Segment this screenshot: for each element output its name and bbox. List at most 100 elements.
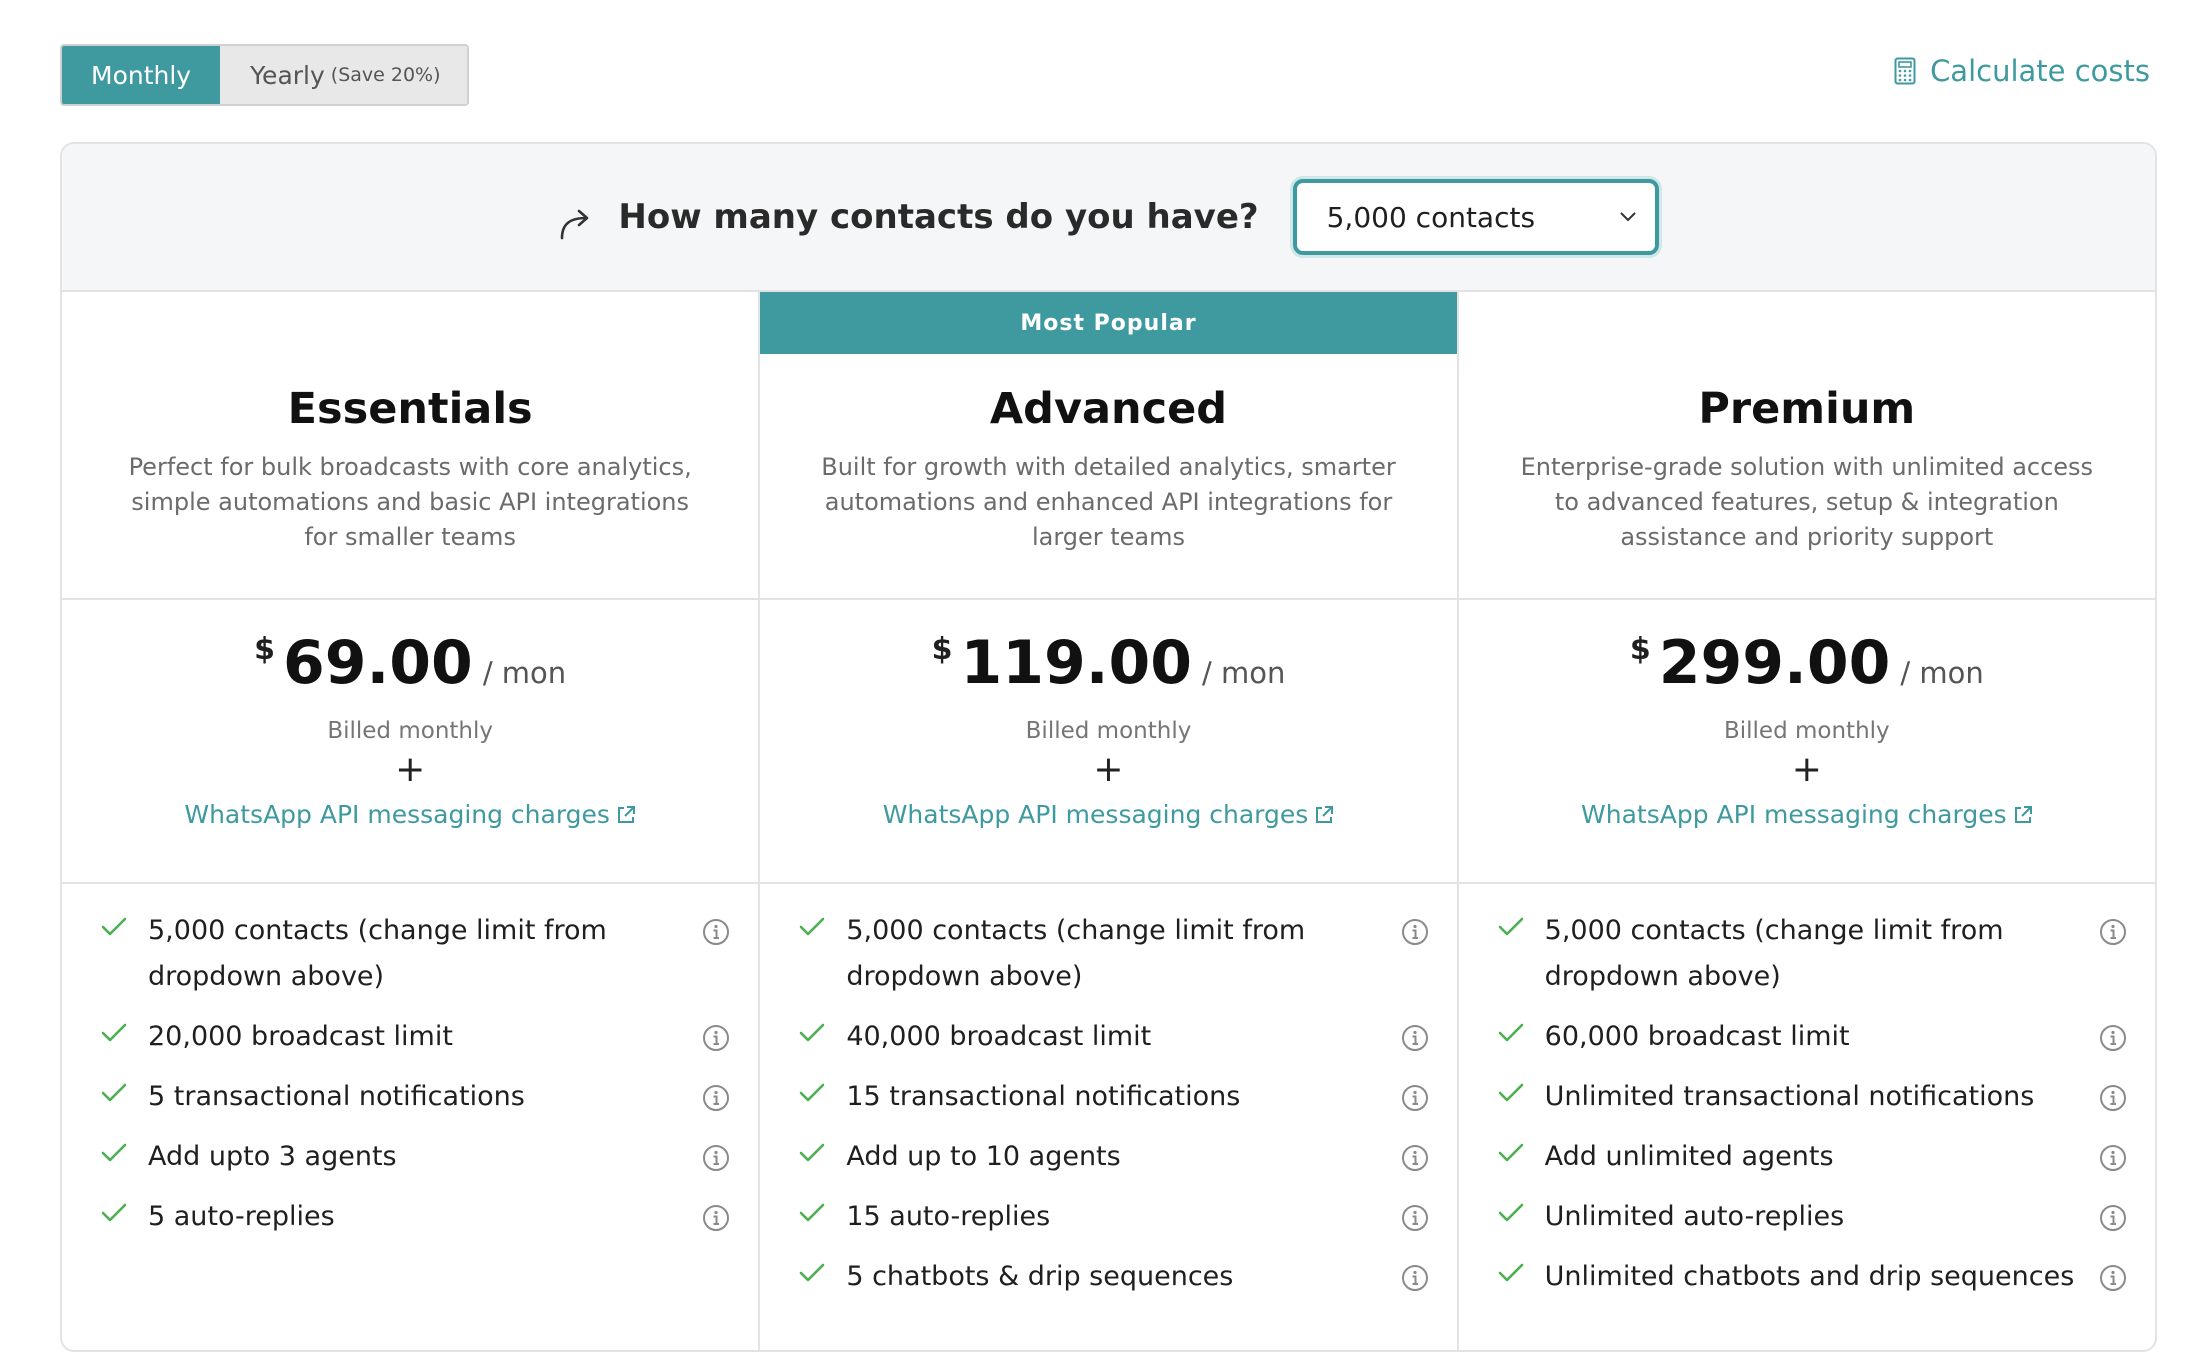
check-icon	[1498, 1083, 1523, 1102]
billed-note: Billed monthly	[327, 718, 493, 744]
price-box: $ 119.00 / mon Billed monthly + WhatsApp…	[760, 600, 1457, 884]
feature-item: 5,000 contacts (change limit from dropdo…	[1493, 908, 2127, 1000]
plan-description: Perfect for bulk broadcasts with core an…	[128, 453, 692, 551]
external-link-icon	[2014, 805, 2032, 823]
price: $ 69.00 / mon	[62, 628, 758, 698]
plan-name: Premium	[1698, 384, 1916, 434]
price-period: / mon	[1202, 656, 1286, 690]
price: $ 119.00 / mon	[760, 628, 1456, 698]
info-icon[interactable]	[2099, 1144, 2127, 1172]
currency-symbol: $	[254, 632, 276, 667]
feature-text: 40,000 broadcast limit	[846, 1021, 1152, 1052]
contacts-question: How many contacts do you have?	[618, 197, 1259, 237]
plan-card-premium: Premium Enterprise-grade solution with u…	[1458, 292, 2155, 1350]
pricing-panel: How many contacts do you have? 5,000 con…	[60, 142, 2157, 1352]
calculator-icon	[1894, 57, 1916, 85]
feature-item: 60,000 broadcast limit	[1493, 1014, 2127, 1060]
feature-text: Unlimited transactional notifications	[1544, 1081, 2035, 1112]
feature-item: 40,000 broadcast limit	[794, 1014, 1428, 1060]
whatsapp-charges-link[interactable]: WhatsApp API messaging charges	[883, 800, 1335, 829]
info-icon[interactable]	[2099, 918, 2127, 946]
feature-item: 15 transactional notifications	[794, 1074, 1428, 1120]
feature-item: Add upto 3 agents	[96, 1134, 730, 1180]
check-icon	[101, 1023, 127, 1042]
yearly-label: Yearly	[250, 60, 325, 90]
feature-text: 20,000 broadcast limit	[148, 1021, 453, 1052]
feature-list: 5,000 contacts (change limit from dropdo…	[1459, 884, 2155, 1300]
feature-item: Add up to 10 agents	[794, 1134, 1428, 1180]
feature-text: 15 auto-replies	[846, 1201, 1051, 1232]
chevron-down-icon	[1619, 212, 1636, 222]
feature-text: Add unlimited agents	[1544, 1141, 1834, 1172]
check-icon	[800, 1203, 825, 1222]
external-link-icon	[1316, 805, 1334, 823]
monthly-option[interactable]: Monthly	[62, 46, 221, 104]
plan-name: Advanced	[989, 384, 1228, 434]
info-icon[interactable]	[702, 1144, 730, 1172]
price-box: $ 299.00 / mon Billed monthly + WhatsApp…	[1458, 600, 2155, 884]
whatsapp-charges-link[interactable]: WhatsApp API messaging charges	[1581, 800, 2033, 829]
feature-item: Unlimited chatbots and drip sequences	[1493, 1254, 2127, 1300]
plan-description: Enterprise-grade solution with unlimited…	[1520, 453, 2094, 551]
info-icon[interactable]	[2099, 1264, 2127, 1292]
info-icon[interactable]	[2099, 1084, 2127, 1112]
feature-item: 5,000 contacts (change limit from dropdo…	[794, 908, 1428, 1000]
feature-text: 5 transactional notifications	[148, 1081, 525, 1112]
check-icon	[1498, 1263, 1523, 1282]
plans-row: Essentials Perfect for bulk broadcasts w…	[62, 292, 2155, 1350]
yearly-save-note: (Save 20%)	[330, 64, 441, 86]
plan-header: Advanced Built for growth with detailed …	[760, 354, 1457, 600]
price: $ 299.00 / mon	[1459, 628, 2155, 698]
plus-sign: +	[395, 749, 426, 790]
currency-symbol: $	[931, 632, 953, 667]
info-icon[interactable]	[2099, 1204, 2127, 1232]
info-icon[interactable]	[702, 1024, 730, 1052]
feature-item: 5 transactional notifications	[96, 1074, 730, 1120]
badge-spacer	[62, 292, 758, 354]
plan-name: Essentials	[287, 384, 533, 434]
plan-card-advanced: Most Popular Advanced Built for growth w…	[760, 292, 1459, 1350]
curved-arrow-icon	[561, 209, 589, 240]
badge-spacer	[1459, 292, 2155, 354]
info-icon[interactable]	[1401, 1204, 1429, 1232]
feature-text: 5,000 contacts (change limit from dropdo…	[1544, 915, 2004, 992]
feature-item: 5 chatbots & drip sequences	[794, 1254, 1428, 1300]
plan-header: Essentials Perfect for bulk broadcasts w…	[62, 354, 759, 600]
info-icon[interactable]	[702, 1204, 730, 1232]
info-icon[interactable]	[1401, 918, 1429, 946]
info-icon[interactable]	[1401, 1024, 1429, 1052]
info-icon[interactable]	[2099, 1024, 2127, 1052]
check-icon	[101, 1143, 127, 1162]
info-icon[interactable]	[1401, 1264, 1429, 1292]
whatsapp-charges-label: WhatsApp API messaging charges	[882, 800, 1309, 829]
price-box: $ 69.00 / mon Billed monthly + WhatsApp …	[62, 600, 759, 884]
calculate-costs-link[interactable]: Calculate costs	[1894, 54, 2150, 88]
whatsapp-charges-label: WhatsApp API messaging charges	[184, 800, 610, 829]
plus-sign: +	[1093, 749, 1124, 790]
check-icon	[101, 1203, 127, 1222]
whatsapp-charges-link[interactable]: WhatsApp API messaging charges	[184, 800, 636, 829]
most-popular-badge: Most Popular	[760, 292, 1457, 354]
yearly-option[interactable]: Yearly (Save 20%)	[220, 46, 467, 104]
check-icon	[800, 917, 825, 936]
contacts-select[interactable]: 5,000 contacts	[1292, 179, 1659, 255]
info-icon[interactable]	[1401, 1144, 1429, 1172]
feature-text: Unlimited auto-replies	[1544, 1201, 1845, 1232]
feature-text: 5 auto-replies	[148, 1201, 335, 1232]
whatsapp-charges-label: WhatsApp API messaging charges	[1581, 800, 2007, 829]
price-amount: 119.00	[960, 628, 1193, 698]
info-icon[interactable]	[702, 1084, 730, 1112]
price-period: / mon	[482, 656, 567, 690]
feature-text: Add up to 10 agents	[846, 1141, 1121, 1172]
billing-toggle: Monthly Yearly (Save 20%)	[60, 44, 469, 106]
feature-item: Add unlimited agents	[1493, 1134, 2127, 1180]
check-icon	[1498, 1023, 1523, 1042]
external-link-icon	[617, 805, 635, 823]
feature-list: 5,000 contacts (change limit from dropdo…	[62, 884, 758, 1240]
info-icon[interactable]	[702, 918, 730, 946]
contacts-question-bar: How many contacts do you have? 5,000 con…	[62, 144, 2155, 292]
info-icon[interactable]	[1401, 1084, 1429, 1112]
plus-sign: +	[1791, 749, 1822, 790]
check-icon	[800, 1263, 825, 1282]
billed-note: Billed monthly	[1723, 718, 1890, 744]
